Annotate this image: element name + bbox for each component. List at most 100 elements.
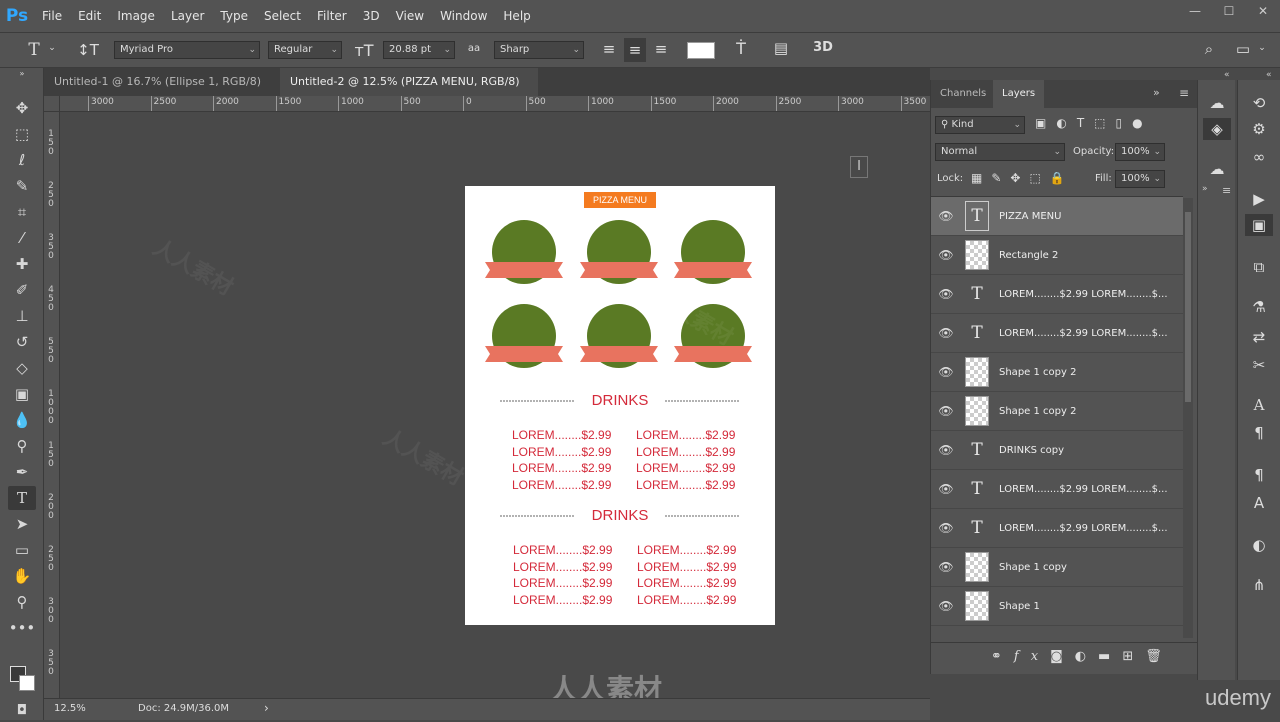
new-layer-icon[interactable]: ⊞ (1122, 649, 1145, 664)
collapse-icon[interactable]: « (1266, 70, 1272, 80)
maximize-icon[interactable]: ☐ (1212, 0, 1246, 22)
path-select-tool-icon[interactable]: ➤ (8, 512, 36, 536)
minimize-icon[interactable]: — (1178, 0, 1212, 22)
menu-type[interactable]: Type (212, 9, 256, 23)
more-tools-icon[interactable]: ••• (8, 616, 36, 640)
brush-tool-icon[interactable]: ✐ (8, 278, 36, 302)
layer-row[interactable]: 👁 T DRINKS copy (931, 431, 1183, 470)
text-filter-icon[interactable]: T (1077, 116, 1094, 130)
menu-3d[interactable]: 3D (355, 9, 388, 23)
adjustment-filter-icon[interactable]: ◐ (1056, 116, 1076, 130)
type-tool-icon[interactable]: T (8, 486, 36, 510)
font-style-select[interactable]: Regular ⌄ (268, 41, 342, 59)
visibility-eye-icon[interactable]: 👁 (931, 482, 961, 496)
eyedropper-tool-icon[interactable]: ⁄ (8, 226, 36, 250)
text-color-swatch[interactable] (687, 42, 715, 59)
timeline-icon[interactable]: ⋔ (1245, 574, 1273, 596)
crop-tool-icon[interactable]: ⌗ (8, 200, 36, 224)
paragraph-styles-icon[interactable]: ¶ (1245, 464, 1273, 486)
menu-file[interactable]: File (34, 9, 70, 23)
layer-row[interactable]: 👁 T LOREM........$2.99 LOREM........$... (931, 470, 1183, 509)
collapse-icon[interactable]: » (8, 68, 36, 78)
visibility-eye-icon[interactable]: 👁 (931, 287, 961, 301)
history-icon[interactable]: ⟲ (1245, 92, 1273, 114)
chevron-down-icon[interactable]: ⌄ (1256, 43, 1268, 53)
filter-kind-select[interactable]: ⚲ Kind ⌄ (935, 116, 1025, 134)
opacity-input[interactable]: 100% ⌄ (1115, 143, 1165, 161)
visibility-eye-icon[interactable]: 👁 (931, 248, 961, 262)
layers-scrollbar[interactable] (1183, 198, 1193, 638)
actions-play-icon[interactable]: ▶ (1245, 188, 1273, 210)
visibility-eye-icon[interactable]: 👁 (931, 365, 961, 379)
layer-row[interactable]: 👁 Rectangle 2 (931, 236, 1183, 275)
blend-mode-select[interactable]: Normal ⌄ (935, 143, 1065, 161)
history-brush-icon[interactable]: ↺ (8, 330, 36, 354)
image-filter-icon[interactable]: ▣ (1035, 116, 1056, 130)
collapse-icon[interactable]: « (1224, 70, 1230, 80)
link-layers-icon[interactable]: ⚭ (991, 649, 1014, 664)
visibility-eye-icon[interactable]: 👁 (931, 443, 961, 457)
panel-menu-icon[interactable]: ≡ (1222, 184, 1231, 197)
hand-tool-icon[interactable]: ✋ (8, 564, 36, 588)
zoom-level[interactable]: 12.5% (54, 703, 86, 714)
document-canvas[interactable]: PIZZA MENU DRINKS DRINKS LOREM........$2… (465, 186, 775, 625)
chevron-down-icon[interactable]: ⌄ (46, 43, 58, 53)
layer-row[interactable]: 👁 Shape 1 copy 2 (931, 392, 1183, 431)
shape-filter-icon[interactable]: ⬚ (1094, 116, 1115, 130)
trash-icon[interactable]: 🗑 (1145, 649, 1174, 664)
lock-position-icon[interactable]: ✥ (1010, 171, 1029, 185)
panel-menu-icon[interactable]: ≡ (1179, 86, 1189, 100)
align-left-icon[interactable]: ≡ (598, 40, 620, 58)
workspace-icon[interactable]: ▭ (1232, 40, 1254, 58)
type-tool-preset-icon[interactable]: T (22, 40, 46, 60)
healing-brush-icon[interactable]: ✚ (8, 252, 36, 276)
warp-text-icon[interactable]: Ṫ (730, 39, 752, 58)
tab-layers[interactable]: Layers (993, 80, 1045, 108)
pen-tool-icon[interactable]: ✒ (8, 460, 36, 484)
lasso-tool-icon[interactable]: ℓ (8, 148, 36, 172)
menu-select[interactable]: Select (256, 9, 309, 23)
eraser-tool-icon[interactable]: ◇ (8, 356, 36, 380)
creative-cloud-icon[interactable]: ∞ (1245, 146, 1273, 168)
scrollbar-thumb[interactable] (1185, 212, 1191, 402)
close-icon[interactable]: ✕ (1246, 0, 1280, 22)
3d-button[interactable]: 3D (810, 40, 836, 55)
quick-select-tool-icon[interactable]: ✎ (8, 174, 36, 198)
adjustments-icon[interactable]: ⚙ (1245, 118, 1273, 140)
menu-layer[interactable]: Layer (163, 9, 212, 23)
visibility-eye-icon[interactable]: 👁 (931, 599, 961, 613)
libraries-icon[interactable]: ☁ (1203, 92, 1231, 114)
lock-transparent-icon[interactable]: ▦ (971, 171, 991, 185)
dodge-tool-icon[interactable]: ⚲ (8, 434, 36, 458)
marquee-tool-icon[interactable]: ⬚ (8, 122, 36, 146)
search-icon[interactable]: ⌕ (1198, 40, 1220, 58)
align-center-icon[interactable]: ≡ (624, 38, 646, 62)
visibility-eye-icon[interactable]: 👁 (931, 560, 961, 574)
lock-pixels-icon[interactable]: ✎ (991, 171, 1010, 185)
cloud-icon[interactable]: ☁ (1203, 158, 1231, 180)
layer-row[interactable]: 👁 Shape 1 copy (931, 548, 1183, 587)
properties-icon[interactable]: ▣ (1245, 214, 1273, 236)
menu-window[interactable]: Window (432, 9, 495, 23)
fx-button[interactable]: fx (1014, 649, 1050, 664)
layer-row[interactable]: 👁 T LOREM........$2.99 LOREM........$... (931, 275, 1183, 314)
paragraph-icon[interactable]: ¶ (1245, 422, 1273, 444)
character-icon[interactable]: A (1245, 394, 1273, 416)
layer-row[interactable]: 👁 T LOREM........$2.99 LOREM........$... (931, 314, 1183, 353)
brush-settings-icon[interactable]: ⚗ (1245, 296, 1273, 318)
blur-tool-icon[interactable]: 💧 (8, 408, 36, 432)
font-family-select[interactable]: Myriad Pro ⌄ (114, 41, 260, 59)
fill-input[interactable]: 100% ⌄ (1115, 170, 1165, 188)
antialias-select[interactable]: Sharp ⌄ (494, 41, 584, 59)
quick-mask-icon[interactable]: ◘ (8, 698, 36, 722)
tab-channels[interactable]: Channels (931, 80, 995, 108)
menu-image[interactable]: Image (109, 9, 163, 23)
menu-view[interactable]: View (388, 9, 432, 23)
layer-row[interactable]: 👁 Shape 1 copy 2 (931, 353, 1183, 392)
lock-all-icon[interactable]: 🔒 (1050, 171, 1074, 185)
move-tool-icon[interactable]: ✥ (8, 96, 36, 120)
toggle-orientation-icon[interactable]: ↕T (76, 41, 100, 59)
filter-toggle-icon[interactable]: ● (1132, 116, 1152, 130)
menu-edit[interactable]: Edit (70, 9, 109, 23)
visibility-eye-icon[interactable]: 👁 (931, 209, 961, 223)
